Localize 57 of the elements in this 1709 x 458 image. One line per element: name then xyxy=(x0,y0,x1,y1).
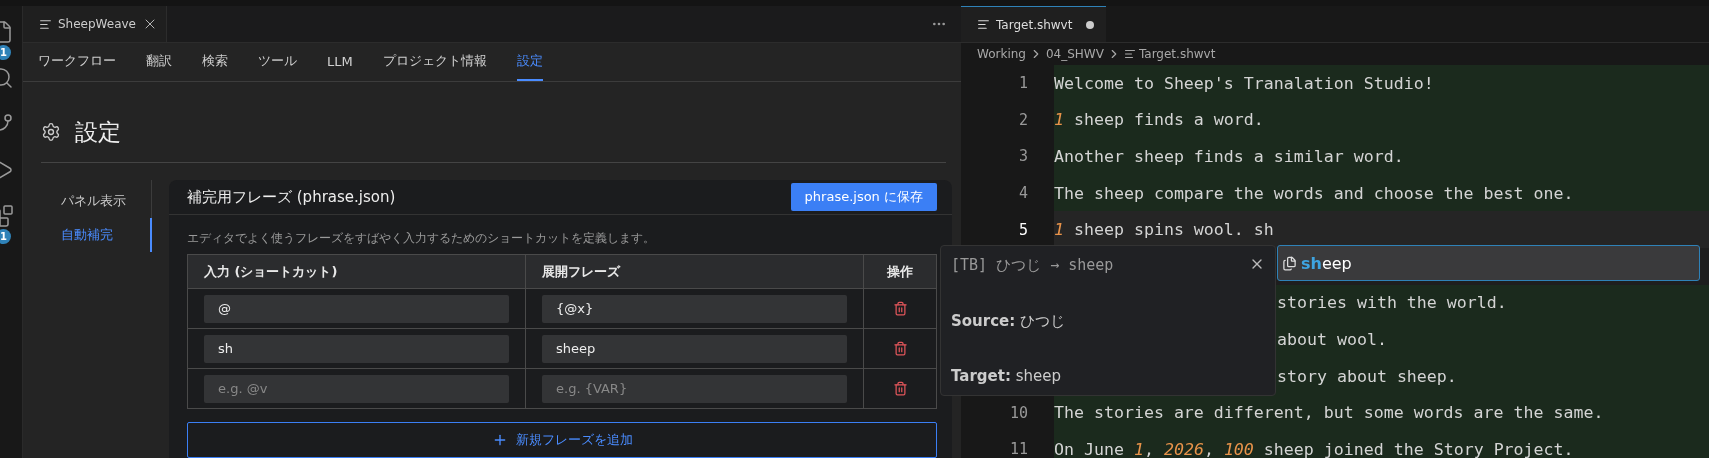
line-number: 5 xyxy=(1017,220,1029,239)
nav-tab[interactable]: LLM xyxy=(327,43,353,81)
line-number: 11 xyxy=(1008,440,1029,458)
page-title: 設定 xyxy=(75,117,121,147)
count-badge: 1 xyxy=(0,229,11,244)
add-phrase-button[interactable]: 新規フレーズを追加 xyxy=(187,422,937,458)
settings-nav-item[interactable]: 自動補完 xyxy=(41,218,152,252)
delete-icon[interactable] xyxy=(892,301,908,316)
breadcrumb-item[interactable]: Working xyxy=(977,47,1026,61)
breadcrumb-item[interactable]: Target.shwvt xyxy=(1138,47,1216,61)
nav-tab[interactable]: ワークフロー xyxy=(38,43,116,81)
save-button[interactable]: phrase.json に保存 xyxy=(790,183,937,211)
suggestion-label: sheep xyxy=(1301,253,1352,273)
card-title: 補完用フレーズ (phrase.json) xyxy=(187,187,396,207)
hover-header: [TB] ひつじ → sheep xyxy=(951,256,1114,275)
line-number: 2 xyxy=(1017,110,1029,129)
column-header: 入力 (ショートカット) xyxy=(188,255,526,288)
nav-tab[interactable]: プロジェクト情報 xyxy=(382,43,487,81)
line-number: 3 xyxy=(1017,147,1029,166)
delete-icon[interactable] xyxy=(892,381,908,396)
nav-tab[interactable]: 検索 xyxy=(202,43,228,81)
description-text: エディタでよく使うフレーズをすばやく入力するためのショートカットを定義します。 xyxy=(186,230,656,247)
settings-nav-item[interactable]: パネル表示 xyxy=(41,184,152,218)
line-number: 10 xyxy=(1008,403,1029,422)
tab-title: SheepWeave xyxy=(58,17,136,31)
column-header: 展開フレーズ xyxy=(526,255,864,288)
nav-tab[interactable]: 翻訳 xyxy=(146,43,172,81)
shortcut-field[interactable]: @ xyxy=(204,294,509,323)
column-header: 操作 xyxy=(864,255,936,288)
code-line: Welcome to Sheep's Tranalation Studio! xyxy=(1054,73,1434,93)
phrase-field[interactable]: sheep xyxy=(542,334,847,363)
delete-icon[interactable] xyxy=(892,341,908,356)
code-line: The sheep compare the words and choose the best one. xyxy=(1054,183,1574,203)
line-number: 1 xyxy=(1017,74,1029,93)
tab-title: Target.shwvt xyxy=(996,17,1073,32)
code-line: stories with the world. xyxy=(1276,293,1507,313)
code-line: 1 sheep finds a word. xyxy=(1054,110,1264,130)
code-line: Another sheep finds a similar word. xyxy=(1054,147,1404,166)
nav-tab[interactable]: ツール xyxy=(258,43,297,81)
nav-tab[interactable]: 設定 xyxy=(516,43,543,81)
settings-icon xyxy=(41,122,61,142)
shortcut-field[interactable]: e.g. @v xyxy=(204,374,509,403)
code-line: On June 1, 2026, 100 sheep joined the Story Project. xyxy=(1054,439,1574,458)
code-line: about wool. xyxy=(1276,329,1387,349)
target-text: Target: sheep xyxy=(951,367,1062,385)
count-badge: 1 xyxy=(0,45,11,60)
suggestion-item[interactable]: sheep xyxy=(1277,245,1700,281)
editor-tab[interactable]: Target.shwvt xyxy=(961,6,1107,42)
code-line: 1 sheep spins wool. sh xyxy=(1054,220,1274,240)
breadcrumb-item[interactable]: 04_SHWV xyxy=(1045,47,1104,61)
line-number: 4 xyxy=(1017,184,1029,203)
phrase-field[interactable]: {@x} xyxy=(542,294,847,323)
code-line: The stories are different, but some words are the same. xyxy=(1054,403,1604,423)
phrase-field[interactable]: e.g. {VAR} xyxy=(542,374,847,403)
shortcut-field[interactable]: sh xyxy=(204,334,509,363)
source-text: Source: ひつじ xyxy=(951,311,1067,331)
panel-tab[interactable]: SheepWeave xyxy=(23,6,167,42)
